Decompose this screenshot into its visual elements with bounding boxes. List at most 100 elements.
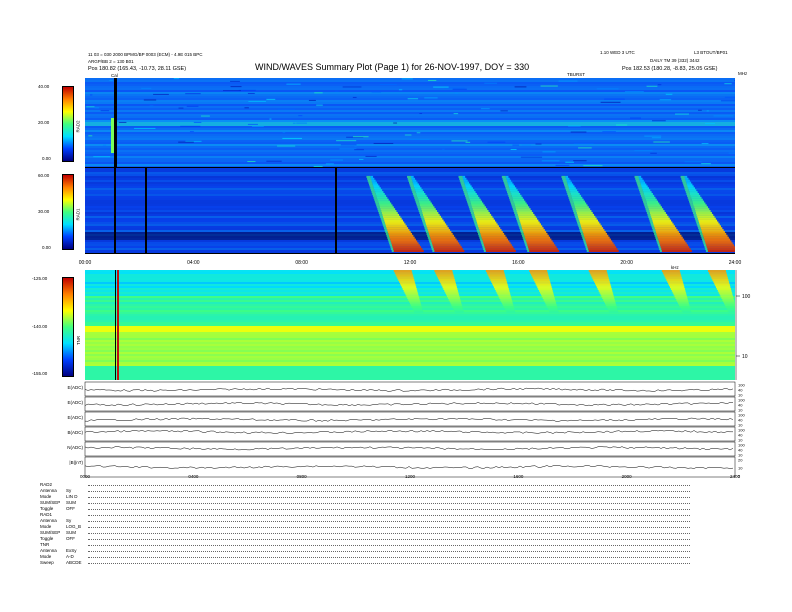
tnr-burst xyxy=(709,273,727,276)
tnr-burst xyxy=(607,307,618,310)
rad1-burst xyxy=(421,210,438,213)
rad1-burst xyxy=(417,196,428,199)
tnr-burst xyxy=(409,300,421,303)
config-dotted-line xyxy=(88,491,690,492)
rad1-burst-edge xyxy=(690,204,694,207)
rad1-burst-edge xyxy=(650,223,654,226)
rad2-noise xyxy=(583,165,603,167)
rad1-burst xyxy=(424,219,444,222)
rad1-burst xyxy=(577,213,595,216)
rad1-burst-edge xyxy=(375,202,379,205)
rad1-burst xyxy=(506,177,510,180)
rad1-burst xyxy=(434,250,465,252)
rad1-burst xyxy=(413,185,421,188)
rad1-burst-edge xyxy=(501,175,506,178)
rad1-burst-edge xyxy=(684,187,689,190)
rad1-burst xyxy=(468,194,479,197)
tnr-burst xyxy=(493,284,508,287)
tnr-burst xyxy=(491,280,507,283)
rad1-burst xyxy=(378,202,392,205)
rad1-burst xyxy=(648,208,664,211)
rad1-burst xyxy=(705,242,733,245)
rad1-burst xyxy=(583,234,609,237)
tnr-burst xyxy=(444,289,458,292)
rad1-band xyxy=(85,214,735,216)
rad2-noise xyxy=(657,84,662,86)
rad1-burst-edge xyxy=(469,208,473,211)
tnr-burst xyxy=(674,295,687,298)
rad1-burst-edge xyxy=(578,227,582,230)
rad1-burst xyxy=(485,250,516,252)
rad1-burst-edge xyxy=(699,231,702,233)
rad1-burst xyxy=(416,193,426,195)
rad2-band xyxy=(85,146,735,148)
line-panel-right-tick: 10 xyxy=(738,466,743,471)
tnr-band xyxy=(85,340,735,342)
rad1-burst-edge xyxy=(459,179,464,182)
rad2-noise xyxy=(373,142,394,144)
rad2-noise xyxy=(86,106,95,108)
rad1-burst xyxy=(467,191,476,194)
rad2-noise xyxy=(134,127,156,129)
rad2-noise xyxy=(407,98,419,100)
tnr-burst xyxy=(446,293,459,296)
rad2-noise xyxy=(266,160,282,162)
rad1-burst xyxy=(430,238,457,241)
rad1-burst-edge xyxy=(566,191,571,194)
rad1-burst xyxy=(427,229,451,232)
tnr-burst xyxy=(594,280,610,283)
rad1-burst-edge xyxy=(505,185,509,188)
rad1-burst xyxy=(373,185,380,188)
rad2-noise xyxy=(342,86,362,88)
rad1-burst-edge xyxy=(509,198,513,201)
rad1-burst-edge xyxy=(521,232,524,235)
rad1-burst-edge xyxy=(648,215,652,218)
rad1-burst-edge xyxy=(518,225,522,228)
rad1-burst xyxy=(571,194,582,197)
rad1-burst xyxy=(587,246,617,249)
tnr-band xyxy=(85,332,735,334)
rad1-burst-edge xyxy=(571,204,575,207)
rad1-burst-edge xyxy=(689,200,693,203)
rad1-burst xyxy=(641,185,648,188)
rad1-burst-edge xyxy=(565,189,570,192)
config-value: SUM xyxy=(66,530,76,535)
rad2-noise xyxy=(296,122,307,124)
tnr-colorbar xyxy=(62,277,74,377)
rad2-noise xyxy=(247,161,256,163)
rad1-burst xyxy=(700,225,722,228)
rad1-burst xyxy=(381,210,397,213)
rad1-burst-edge xyxy=(526,248,529,251)
rad1-burst xyxy=(585,240,613,243)
line-panels: E(ADC) 1004010E(ADC) 1004010E(ADC) 1004010B… xyxy=(67,381,745,479)
rad2-noise xyxy=(573,160,587,162)
rad1-burst-edge xyxy=(367,179,372,182)
rad2-noise xyxy=(555,164,570,166)
rad1-burst-edge xyxy=(410,187,415,190)
rad2-noise xyxy=(480,108,490,110)
rad1-burst-edge xyxy=(642,200,647,203)
rad1-burst xyxy=(523,231,547,233)
rad1-burst-edge xyxy=(569,198,573,201)
rad1-burst xyxy=(482,240,510,243)
rad1-band xyxy=(85,196,735,198)
config-label: Antenna xyxy=(40,518,57,523)
rad1-burst xyxy=(391,244,420,247)
tnr-band xyxy=(85,366,735,368)
rad1-burst-edge xyxy=(658,246,661,249)
rad1-burst-edge xyxy=(372,193,376,195)
line-panel-frame xyxy=(84,426,736,442)
tnr-burst xyxy=(715,284,730,287)
rad1-burst xyxy=(509,189,518,192)
rad1-burst-edge xyxy=(429,240,432,243)
rad2-cbar-tick-0: 40.00 xyxy=(38,84,50,89)
rad2-noise xyxy=(596,88,619,90)
tnr-burst xyxy=(402,288,417,290)
rad1-burst xyxy=(514,204,528,207)
rad1-burst-edge xyxy=(475,225,479,228)
rad1-burst xyxy=(479,231,503,233)
rad1-burst xyxy=(379,206,394,209)
rad1-burst xyxy=(412,179,417,182)
rad1-burst-edge xyxy=(645,208,649,211)
rad1-burst-edge xyxy=(652,229,656,232)
